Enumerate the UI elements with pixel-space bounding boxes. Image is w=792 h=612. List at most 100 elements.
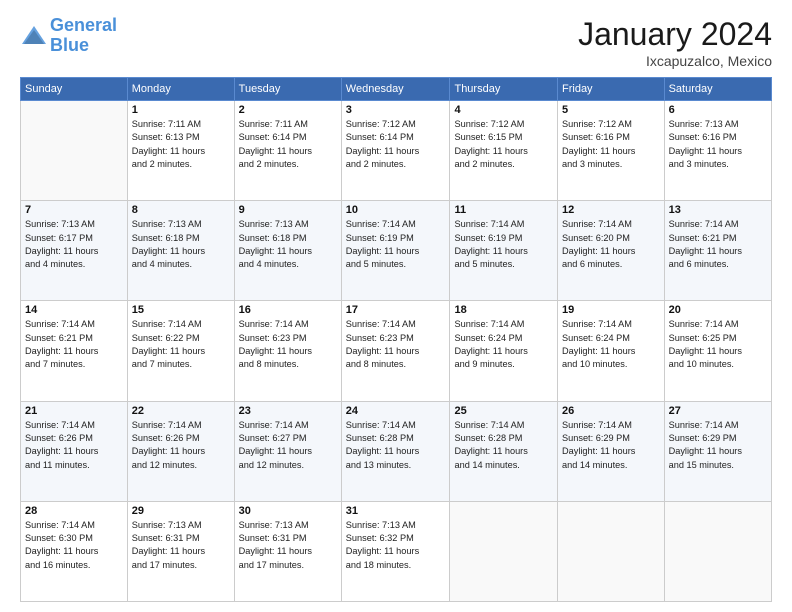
- day-number: 22: [132, 405, 230, 417]
- calendar-page: General Blue January 2024 Ixcapuzalco, M…: [0, 0, 792, 612]
- day-number: 20: [669, 304, 767, 316]
- day-info: Sunrise: 7:14 AMSunset: 6:28 PMDaylight:…: [454, 419, 553, 472]
- day-header-wednesday: Wednesday: [341, 78, 450, 101]
- day-info: Sunrise: 7:12 AMSunset: 6:16 PMDaylight:…: [562, 118, 660, 171]
- calendar-cell: 28 Sunrise: 7:14 AMSunset: 6:30 PMDayligh…: [21, 501, 128, 601]
- day-number: 4: [454, 104, 553, 116]
- calendar-cell: 30Sunrise: 7:13 AMSunset: 6:31 PMDayligh…: [234, 501, 341, 601]
- logo-icon: [20, 22, 48, 50]
- day-info: Sunrise: 7:14 AMSunset: 6:26 PMDaylight:…: [132, 419, 230, 472]
- day-number: 21: [25, 405, 123, 417]
- day-info: Sunrise: 7:14 AMSunset: 6:30 PMDaylight:…: [25, 519, 123, 572]
- calendar-cell: 17 Sunrise: 7:14 AMSunset: 6:23 PMDayligh…: [341, 301, 450, 401]
- day-header-friday: Friday: [558, 78, 665, 101]
- day-number: 28: [25, 505, 123, 517]
- logo: General Blue: [20, 16, 117, 56]
- calendar-cell: 16 Sunrise: 7:14 AMSunset: 6:23 PMDayligh…: [234, 301, 341, 401]
- day-number: 2: [239, 104, 337, 116]
- calendar-cell: 6Sunrise: 7:13 AMSunset: 6:16 PMDaylight…: [664, 101, 771, 201]
- day-info: Sunrise: 7:14 AMSunset: 6:24 PMDaylight:…: [454, 318, 553, 371]
- calendar-cell: 14Sunrise: 7:14 AMSunset: 6:21 PMDayligh…: [21, 301, 128, 401]
- day-number: 7: [25, 204, 123, 216]
- day-number: 13: [669, 204, 767, 216]
- calendar-cell: 29 Sunrise: 7:13 AMSunset: 6:31 PMDayligh…: [127, 501, 234, 601]
- calendar-cell: 8 Sunrise: 7:13 AMSunset: 6:18 PMDaylight…: [127, 201, 234, 301]
- calendar-cell: 5 Sunrise: 7:12 AMSunset: 6:16 PMDaylight…: [558, 101, 665, 201]
- calendar-cell: 20 Sunrise: 7:14 AMSunset: 6:25 PMDayligh…: [664, 301, 771, 401]
- calendar-cell: [664, 501, 771, 601]
- calendar-cell: [21, 101, 128, 201]
- calendar-cell: 4 Sunrise: 7:12 AMSunset: 6:15 PMDaylight…: [450, 101, 558, 201]
- day-number: 24: [346, 405, 446, 417]
- calendar-cell: 23 Sunrise: 7:14 AMSunset: 6:27 PMDayligh…: [234, 401, 341, 501]
- calendar-cell: 19 Sunrise: 7:14 AMSunset: 6:24 PMDayligh…: [558, 301, 665, 401]
- day-info: Sunrise: 7:11 AMSunset: 6:13 PMDaylight:…: [132, 118, 230, 171]
- day-info: Sunrise: 7:14 AMSunset: 6:24 PMDaylight:…: [562, 318, 660, 371]
- day-number: 3: [346, 104, 446, 116]
- calendar-cell: 1 Sunrise: 7:11 AMSunset: 6:13 PMDaylight…: [127, 101, 234, 201]
- day-info: Sunrise: 7:14 AMSunset: 6:29 PMDaylight:…: [669, 419, 767, 472]
- calendar-week-row: 7 Sunrise: 7:13 AMSunset: 6:17 PMDaylight…: [21, 201, 772, 301]
- day-number: 23: [239, 405, 337, 417]
- day-info: Sunrise: 7:14 AMSunset: 6:20 PMDaylight:…: [562, 218, 660, 271]
- day-number: 9: [239, 204, 337, 216]
- day-info: Sunrise: 7:14 AMSunset: 6:26 PMDaylight:…: [25, 419, 123, 472]
- day-header-monday: Monday: [127, 78, 234, 101]
- day-number: 29: [132, 505, 230, 517]
- day-number: 31: [346, 505, 446, 517]
- calendar-week-row: 14Sunrise: 7:14 AMSunset: 6:21 PMDayligh…: [21, 301, 772, 401]
- day-info: Sunrise: 7:14 AMSunset: 6:23 PMDaylight:…: [239, 318, 337, 371]
- day-number: 10: [346, 204, 446, 216]
- day-info: Sunrise: 7:14 AMSunset: 6:23 PMDaylight:…: [346, 318, 446, 371]
- calendar-location: Ixcapuzalco, Mexico: [578, 53, 772, 69]
- day-info: Sunrise: 7:14 AMSunset: 6:22 PMDaylight:…: [132, 318, 230, 371]
- day-number: 11: [454, 204, 553, 216]
- day-number: 18: [454, 304, 553, 316]
- calendar-cell: 18 Sunrise: 7:14 AMSunset: 6:24 PMDayligh…: [450, 301, 558, 401]
- day-info: Sunrise: 7:14 AMSunset: 6:25 PMDaylight:…: [669, 318, 767, 371]
- calendar-cell: 15 Sunrise: 7:14 AMSunset: 6:22 PMDayligh…: [127, 301, 234, 401]
- header: General Blue January 2024 Ixcapuzalco, M…: [20, 16, 772, 69]
- day-header-tuesday: Tuesday: [234, 78, 341, 101]
- day-info: Sunrise: 7:13 AMSunset: 6:18 PMDaylight:…: [239, 218, 337, 271]
- day-info: Sunrise: 7:13 AMSunset: 6:16 PMDaylight:…: [669, 118, 767, 171]
- calendar-cell: [450, 501, 558, 601]
- calendar-cell: [558, 501, 665, 601]
- day-info: Sunrise: 7:11 AMSunset: 6:14 PMDaylight:…: [239, 118, 337, 171]
- day-info: Sunrise: 7:14 AMSunset: 6:19 PMDaylight:…: [346, 218, 446, 271]
- day-number: 27: [669, 405, 767, 417]
- day-number: 19: [562, 304, 660, 316]
- calendar-cell: 12Sunrise: 7:14 AMSunset: 6:20 PMDayligh…: [558, 201, 665, 301]
- day-info: Sunrise: 7:13 AMSunset: 6:32 PMDaylight:…: [346, 519, 446, 572]
- calendar-cell: 7 Sunrise: 7:13 AMSunset: 6:17 PMDaylight…: [21, 201, 128, 301]
- title-block: January 2024 Ixcapuzalco, Mexico: [578, 16, 772, 69]
- day-info: Sunrise: 7:13 AMSunset: 6:17 PMDaylight:…: [25, 218, 123, 271]
- calendar-week-row: 21 Sunrise: 7:14 AMSunset: 6:26 PMDayligh…: [21, 401, 772, 501]
- day-info: Sunrise: 7:12 AMSunset: 6:14 PMDaylight:…: [346, 118, 446, 171]
- calendar-table: SundayMondayTuesdayWednesdayThursdayFrid…: [20, 77, 772, 602]
- calendar-cell: 31 Sunrise: 7:13 AMSunset: 6:32 PMDayligh…: [341, 501, 450, 601]
- day-info: Sunrise: 7:14 AMSunset: 6:19 PMDaylight:…: [454, 218, 553, 271]
- day-number: 26: [562, 405, 660, 417]
- day-info: Sunrise: 7:13 AMSunset: 6:31 PMDaylight:…: [132, 519, 230, 572]
- day-number: 15: [132, 304, 230, 316]
- day-info: Sunrise: 7:13 AMSunset: 6:18 PMDaylight:…: [132, 218, 230, 271]
- day-info: Sunrise: 7:14 AMSunset: 6:29 PMDaylight:…: [562, 419, 660, 472]
- day-number: 1: [132, 104, 230, 116]
- day-number: 17: [346, 304, 446, 316]
- logo-blue: Blue: [50, 35, 89, 55]
- calendar-cell: 25Sunrise: 7:14 AMSunset: 6:28 PMDayligh…: [450, 401, 558, 501]
- day-number: 16: [239, 304, 337, 316]
- day-info: Sunrise: 7:14 AMSunset: 6:21 PMDaylight:…: [25, 318, 123, 371]
- calendar-title: January 2024: [578, 16, 772, 53]
- logo-text: General Blue: [50, 16, 117, 56]
- day-info: Sunrise: 7:12 AMSunset: 6:15 PMDaylight:…: [454, 118, 553, 171]
- calendar-cell: 13 Sunrise: 7:14 AMSunset: 6:21 PMDayligh…: [664, 201, 771, 301]
- day-info: Sunrise: 7:14 AMSunset: 6:27 PMDaylight:…: [239, 419, 337, 472]
- day-info: Sunrise: 7:14 AMSunset: 6:21 PMDaylight:…: [669, 218, 767, 271]
- day-number: 8: [132, 204, 230, 216]
- day-info: Sunrise: 7:13 AMSunset: 6:31 PMDaylight:…: [239, 519, 337, 572]
- day-header-sunday: Sunday: [21, 78, 128, 101]
- day-number: 5: [562, 104, 660, 116]
- day-header-saturday: Saturday: [664, 78, 771, 101]
